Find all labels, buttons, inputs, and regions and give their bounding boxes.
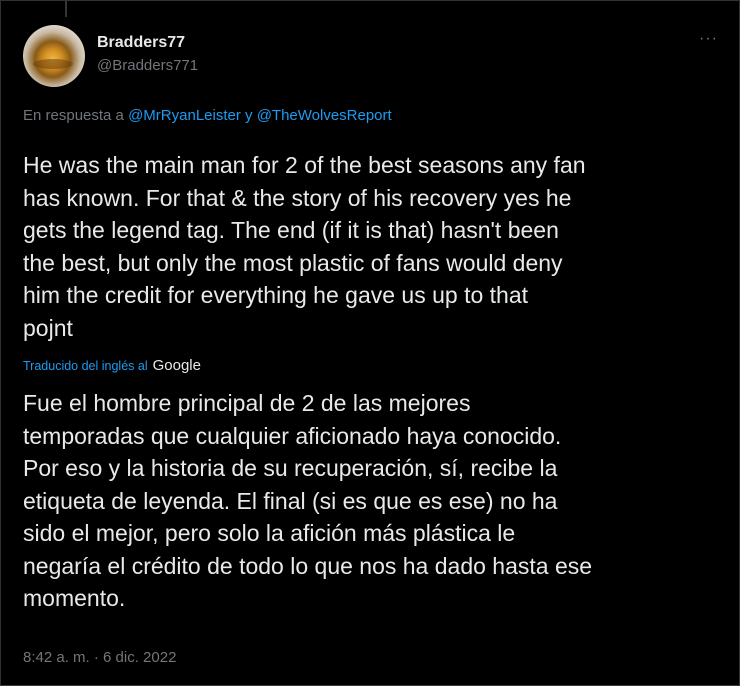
tweet-line: the best, but only the most plastic of f… <box>23 249 563 276</box>
tweet-line: him the credit for everything he gave us… <box>23 282 529 308</box>
translation-line: Fue el hombre principal de 2 de las mejo… <box>23 390 471 416</box>
reply-context: En respuesta a @MrRyanLeister y @TheWolv… <box>23 107 392 124</box>
tweet-line: has known. For that & the story of his r… <box>23 184 572 211</box>
tweet-line: gets the legend tag. The end (if it is t… <box>23 217 559 243</box>
reply-prefix: En respuesta a <box>23 107 124 124</box>
reply-joiner: y <box>245 107 253 124</box>
tweet-line: He was the main man for 2 of the best se… <box>23 152 586 178</box>
author-handle[interactable]: @Bradders771 <box>97 57 198 74</box>
translated-text: Fue el hombre principal de 2 de las mejo… <box>23 387 723 615</box>
google-logo: Google <box>152 357 201 374</box>
translation-line: temporadas que cualquier aficionado haya… <box>23 422 562 449</box>
author-display-name[interactable]: Bradders77 <box>97 34 185 52</box>
thread-connector <box>65 1 67 17</box>
mention-link-2[interactable]: @TheWolvesReport <box>257 107 392 124</box>
more-options-icon[interactable]: ··· <box>699 31 718 47</box>
tweet-line: pojnt <box>23 314 73 341</box>
translation-line: etiqueta de leyenda. El final (si es que… <box>23 487 558 514</box>
avatar[interactable] <box>23 25 85 87</box>
translation-notice-label: Traducido del inglés al <box>23 359 148 373</box>
translation-line: Por eso y la historia de su recuperación… <box>23 455 558 481</box>
translation-line: negaría el crédito de todo lo que nos ha… <box>23 552 593 579</box>
mention-link-1[interactable]: @MrRyanLeister <box>128 107 241 124</box>
tweet-text: He was the main man for 2 of the best se… <box>23 149 723 344</box>
translation-line: momento. <box>23 585 126 611</box>
translation-notice[interactable]: Traducido del inglés al Google <box>23 357 201 374</box>
translation-line: sido el mejor, pero solo la afición más … <box>23 520 516 546</box>
tweet-card: Bradders77 @Bradders771 ··· En respuesta… <box>0 0 740 686</box>
tweet-timestamp[interactable]: 8:42 a. m. · 6 dic. 2022 <box>23 649 176 666</box>
